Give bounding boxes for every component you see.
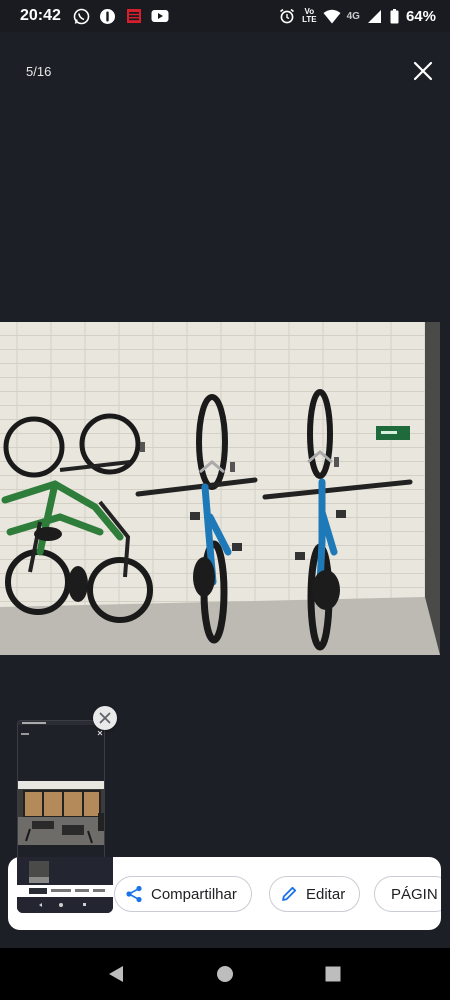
share-icon xyxy=(126,885,142,903)
recents-button[interactable] xyxy=(323,964,343,984)
recents-square-icon xyxy=(325,966,341,982)
back-triangle-icon xyxy=(109,966,123,982)
edit-button[interactable]: Editar xyxy=(269,876,361,912)
close-icon xyxy=(99,712,111,724)
battery-percent: 64% xyxy=(405,7,436,25)
status-bar: 20:42 Vo LTE 4G 64% xyxy=(0,0,450,32)
close-icon xyxy=(413,61,433,81)
volte-icon: Vo LTE xyxy=(302,7,317,24)
edit-label: Editar xyxy=(306,885,346,903)
app-icon xyxy=(125,7,143,25)
page-button[interactable]: PÁGIN xyxy=(374,876,441,912)
navigation-bar xyxy=(0,948,450,1000)
battery-icon xyxy=(390,7,400,25)
network-type: 4G xyxy=(346,10,360,22)
notification-icon xyxy=(99,7,117,25)
main-photo[interactable] xyxy=(0,322,440,655)
page-label: PÁGIN xyxy=(391,885,438,903)
share-button[interactable]: Compartilhar xyxy=(114,876,252,912)
dismiss-preview-button[interactable] xyxy=(93,706,117,730)
pencil-icon xyxy=(282,886,297,901)
home-button[interactable] xyxy=(215,964,235,984)
whatsapp-icon xyxy=(73,7,91,25)
share-label: Compartilhar xyxy=(151,885,237,903)
preview-thumbnail-continuation xyxy=(17,857,113,913)
close-button[interactable] xyxy=(410,58,436,84)
signal-icon xyxy=(366,7,384,25)
home-circle-icon xyxy=(217,966,233,982)
back-button[interactable] xyxy=(106,964,126,984)
youtube-icon xyxy=(151,7,169,25)
status-time: 20:42 xyxy=(20,7,61,24)
image-counter: 5/16 xyxy=(26,64,52,79)
screenshot-preview[interactable] xyxy=(17,720,105,860)
wifi-icon xyxy=(323,7,341,25)
share-action-bar: Compartilhar Editar PÁGIN xyxy=(8,857,441,930)
alarm-icon xyxy=(278,7,296,25)
